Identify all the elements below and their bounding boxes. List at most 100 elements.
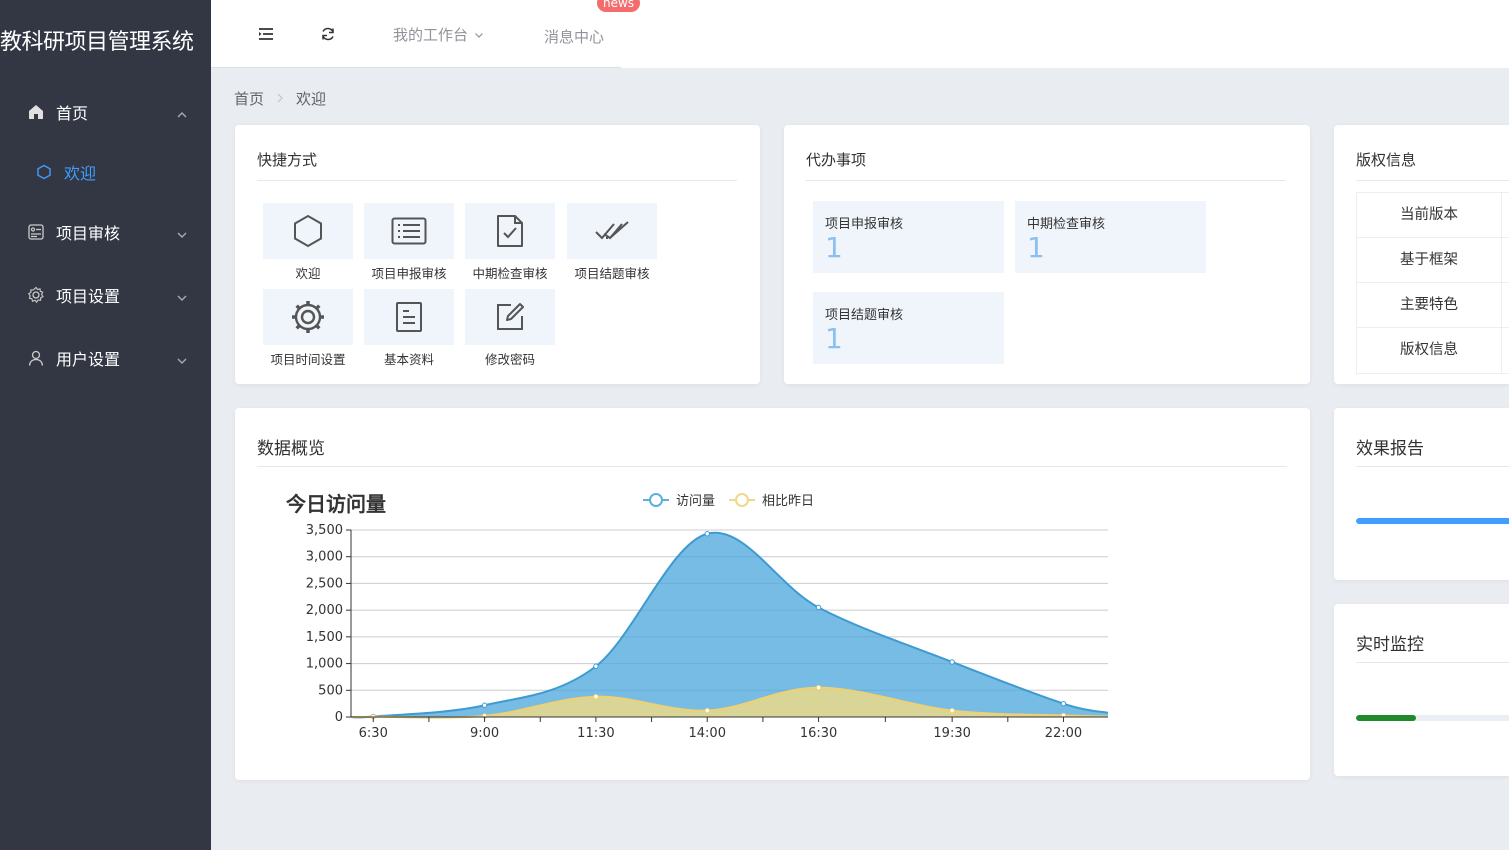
divider [1356,662,1509,663]
y-tick-label: 500 [318,683,343,698]
legend-swatch-marker [649,493,663,507]
y-tick-label: 2,500 [306,576,343,591]
sidebar-item-project-settings[interactable]: 项目设置 [0,275,211,315]
series-area [351,532,1108,718]
chevron-down-icon [176,289,188,301]
todo-item[interactable]: 项目申报审核 1 [813,201,1004,273]
chevron-up-icon [176,106,188,118]
x-tick-label: 6:30 [359,726,388,741]
sidebar-item-label: 首页 [56,104,89,123]
x-tick-label: 14:00 [689,726,726,741]
document-icon [396,302,422,332]
sidebar: 教科研项目管理系统 首页 欢迎 项目审核 项目设置 用户设置 [0,0,211,850]
data-point [481,702,488,708]
shortcut-change-password[interactable]: 修改密码 [465,289,555,368]
monitor-progress [1356,715,1509,721]
shortcut-midterm-audit[interactable]: 中期检查审核 [465,203,555,282]
overview-title: 数据概览 [257,439,325,459]
divider [257,466,1287,467]
legend-label: 相比昨日 [762,494,814,509]
shortcut-final-audit[interactable]: 项目结题审核 [567,203,657,282]
table-cell: 版权信息 [1357,328,1502,373]
data-point [949,659,955,665]
copyright-table: 当前版本 基于框架 主要特色 版权信息 [1356,192,1509,374]
shortcuts-title: 快捷方式 [257,151,318,169]
todo-count: 1 [825,231,843,264]
workbench-menu[interactable]: 我的工作台 [393,24,484,45]
divider [1356,180,1509,181]
chart-legend: 访问量 相比昨日 [643,493,814,509]
chevron-right-icon [276,92,284,106]
top-bar-menu: 我的工作台 消息中心 news [211,0,641,68]
messages-label: 消息中心 [544,28,605,46]
chart-series-group [350,531,1109,720]
breadcrumb-home-link[interactable]: 首页 [234,88,264,109]
data-point [593,693,599,700]
list-icon [391,217,427,245]
y-tick-label: 3,500 [306,523,343,538]
x-tick-label: 9:00 [470,726,499,741]
shortcut-label: 欢迎 [295,266,321,281]
chevron-down-icon [176,226,188,238]
todo-count: 1 [1027,231,1045,264]
todo-title: 代办事项 [806,151,867,169]
shortcut-basic-info[interactable]: 基本资料 [364,289,454,368]
top-bar: 我的工作台 消息中心 news [211,0,1509,68]
legend-label: 访问量 [676,494,715,509]
effect-report-card: 效果报告 [1334,408,1509,580]
copyright-title: 版权信息 [1356,151,1417,169]
home-icon [27,103,45,121]
refresh-icon[interactable] [318,24,338,44]
sidebar-item-user-settings[interactable]: 用户设置 [0,338,211,378]
sidebar-item-home[interactable]: 首页 [0,92,211,132]
progress-fill [1356,518,1509,524]
effect-report-progress [1356,518,1509,524]
todo-item[interactable]: 项目结题审核 1 [813,292,1004,364]
y-tick-label: 3,000 [306,550,343,565]
todo-count: 1 [825,322,843,355]
monitor-card: 实时监控 [1334,604,1509,776]
legend-swatch-marker [735,493,749,507]
gear-icon [27,286,45,304]
table-cell: 当前版本 [1357,193,1502,237]
todo-item[interactable]: 中期检查审核 1 [1015,201,1206,273]
shortcuts-card: 快捷方式 欢迎 项目申报审核 中期检查审核 项目结题审核 项目时间设置 基本资料… [235,125,760,384]
hexagon-icon [36,164,52,180]
table-cell: 基于框架 [1357,238,1502,282]
shortcut-label: 项目时间设置 [270,352,346,367]
breadcrumb: 首页 欢迎 [234,88,326,109]
todo-card: 代办事项 项目申报审核 1 中期检查审核 1 项目结题审核 1 [784,125,1310,384]
sidebar-subitem-label: 欢迎 [64,164,97,183]
data-point [704,707,710,714]
data-point [1060,700,1067,707]
chart-title: 今日访问量 [286,492,386,516]
shortcut-project-time-settings[interactable]: 项目时间设置 [263,289,353,368]
table-row: 基于框架 [1357,238,1509,283]
progress-fill [1356,715,1416,721]
chevron-down-icon [176,352,188,364]
shortcut-project-declare-audit[interactable]: 项目申报审核 [364,203,454,282]
y-tick-label: 1,500 [306,630,343,645]
collapse-menu-icon[interactable] [256,24,276,44]
sidebar-item-label: 用户设置 [56,350,121,369]
shortcut-welcome[interactable]: 欢迎 [263,203,353,282]
divider [1356,466,1509,467]
data-point [815,604,822,611]
todo-label: 中期检查审核 [1027,217,1106,232]
chevron-down-icon [475,32,483,38]
workbench-label: 我的工作台 [393,26,469,44]
copyright-card: 版权信息 当前版本 基于框架 主要特色 版权信息 [1334,125,1509,384]
y-tick-label: 1,000 [306,657,343,672]
effect-report-title: 效果报告 [1356,439,1424,459]
x-tick-label: 19:30 [933,726,970,741]
messages-menu[interactable]: 消息中心 [544,26,604,47]
sidebar-subitem-welcome[interactable]: 欢迎 [0,154,211,190]
todo-label: 项目结题审核 [825,308,904,323]
sidebar-item-project-audit[interactable]: 项目审核 [0,212,211,252]
data-point [704,531,710,537]
data-point [815,684,822,691]
edit-icon [497,303,524,330]
x-tick-label: 11:30 [577,726,614,741]
table-row: 主要特色 [1357,283,1509,328]
divider [806,180,1286,181]
